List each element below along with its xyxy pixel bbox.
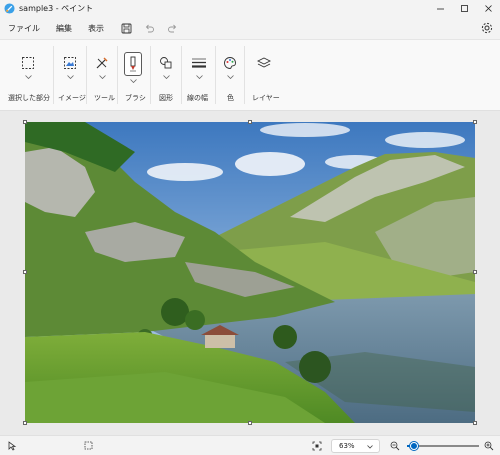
close-button[interactable] <box>476 0 500 17</box>
ribbon-label-layers: レイヤー <box>252 94 280 102</box>
zoom-level-value: 63% <box>339 442 355 450</box>
undo-button[interactable] <box>142 21 156 35</box>
menu-bar: ファイル 編集 表示 <box>0 17 500 39</box>
ribbon-group-line-width[interactable]: 線の幅 <box>186 40 212 110</box>
menu-edit[interactable]: 編集 <box>56 23 72 34</box>
window-title: sample3 - ペイント <box>19 4 94 13</box>
settings-gear-icon[interactable] <box>480 21 494 35</box>
chevron-down-icon <box>129 79 137 83</box>
save-icon <box>121 23 131 33</box>
ribbon-separator <box>53 46 54 104</box>
ribbon-separator <box>215 46 216 104</box>
ribbon-group-layers[interactable]: レイヤー <box>250 40 280 110</box>
resize-handle-right[interactable] <box>473 270 477 274</box>
ribbon-separator <box>86 46 87 104</box>
selection-icon <box>19 54 37 72</box>
status-bar: 63% <box>0 435 500 455</box>
ribbon-toolbar: 選択した部分 イメージ ツール ブラシ 図形 線の幅 色 レイヤー <box>0 39 500 111</box>
cursor-position-icon <box>8 441 17 451</box>
chevron-down-icon <box>367 445 373 449</box>
redo-icon <box>167 24 176 32</box>
palette-icon <box>221 54 239 72</box>
ribbon-label-image: イメージ <box>58 94 86 102</box>
line-width-icon <box>190 54 208 72</box>
zoom-in-icon[interactable] <box>484 441 494 451</box>
shapes-icon <box>157 54 175 72</box>
minimize-icon <box>436 8 444 10</box>
resize-handle-top-left[interactable] <box>23 120 27 124</box>
menu-file[interactable]: ファイル <box>8 23 40 34</box>
ribbon-separator <box>244 46 245 104</box>
chevron-down-icon <box>162 75 170 79</box>
selection-size-icon <box>84 441 93 450</box>
chevron-down-icon <box>195 75 203 79</box>
ribbon-group-image[interactable]: イメージ <box>57 40 86 110</box>
resize-handle-left[interactable] <box>23 270 27 274</box>
ribbon-group-selection[interactable]: 選択した部分 <box>8 40 50 110</box>
undo-icon <box>145 24 154 32</box>
resize-handle-top-right[interactable] <box>473 120 477 124</box>
resize-handle-bottom[interactable] <box>248 421 252 425</box>
resize-handle-bottom-right[interactable] <box>473 421 477 425</box>
fit-to-window-icon[interactable] <box>312 441 322 451</box>
resize-handle-bottom-left[interactable] <box>23 421 27 425</box>
menu-view[interactable]: 表示 <box>88 23 104 34</box>
chevron-down-icon <box>226 75 234 79</box>
image-icon <box>61 54 79 72</box>
close-icon <box>484 5 492 12</box>
ribbon-label-selection: 選択した部分 <box>8 94 50 102</box>
ribbon-label-colors: 色 <box>227 94 234 102</box>
layers-icon <box>255 54 273 72</box>
chevron-down-icon <box>66 75 74 79</box>
chevron-down-icon <box>98 75 106 79</box>
paint-app-icon <box>4 3 15 14</box>
ribbon-label-tools: ツール <box>94 94 115 102</box>
zoom-slider-thumb[interactable] <box>410 442 419 450</box>
landscape-image <box>25 122 475 423</box>
maximize-button[interactable] <box>452 0 476 17</box>
ribbon-label-brush: ブラシ <box>125 94 146 102</box>
save-button[interactable] <box>119 21 133 35</box>
zoom-out-icon[interactable] <box>390 441 400 451</box>
ribbon-group-shapes[interactable]: 図形 <box>155 40 177 110</box>
redo-button[interactable] <box>165 21 179 35</box>
ribbon-label-shapes: 図形 <box>159 94 173 102</box>
chevron-down-icon <box>24 75 32 79</box>
image-canvas[interactable] <box>25 122 475 423</box>
zoom-level-dropdown[interactable]: 63% <box>331 439 380 453</box>
ribbon-group-colors[interactable]: 色 <box>221 40 239 110</box>
ribbon-label-line-width: 線の幅 <box>187 94 208 102</box>
tools-icon <box>93 54 111 72</box>
title-bar: sample3 - ペイント <box>0 0 500 17</box>
ribbon-group-tools[interactable]: ツール <box>90 40 115 110</box>
minimize-button[interactable] <box>428 0 452 17</box>
resize-handle-top[interactable] <box>248 120 252 124</box>
ribbon-separator <box>117 46 118 104</box>
maximize-icon <box>460 5 468 12</box>
ribbon-group-brush[interactable]: ブラシ <box>122 40 146 110</box>
ribbon-separator <box>181 46 182 104</box>
ribbon-separator <box>150 46 151 104</box>
brush-icon <box>124 52 142 76</box>
canvas-area[interactable] <box>0 111 500 435</box>
